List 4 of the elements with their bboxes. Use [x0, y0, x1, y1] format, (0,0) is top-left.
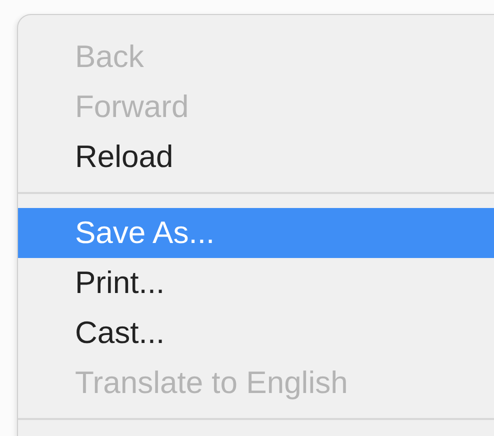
- menu-item[interactable]: Reload: [18, 132, 494, 182]
- menu-item[interactable]: Cast...: [18, 308, 494, 358]
- menu-item[interactable]: Save As...: [18, 208, 494, 258]
- menu-item[interactable]: Print...: [18, 258, 494, 308]
